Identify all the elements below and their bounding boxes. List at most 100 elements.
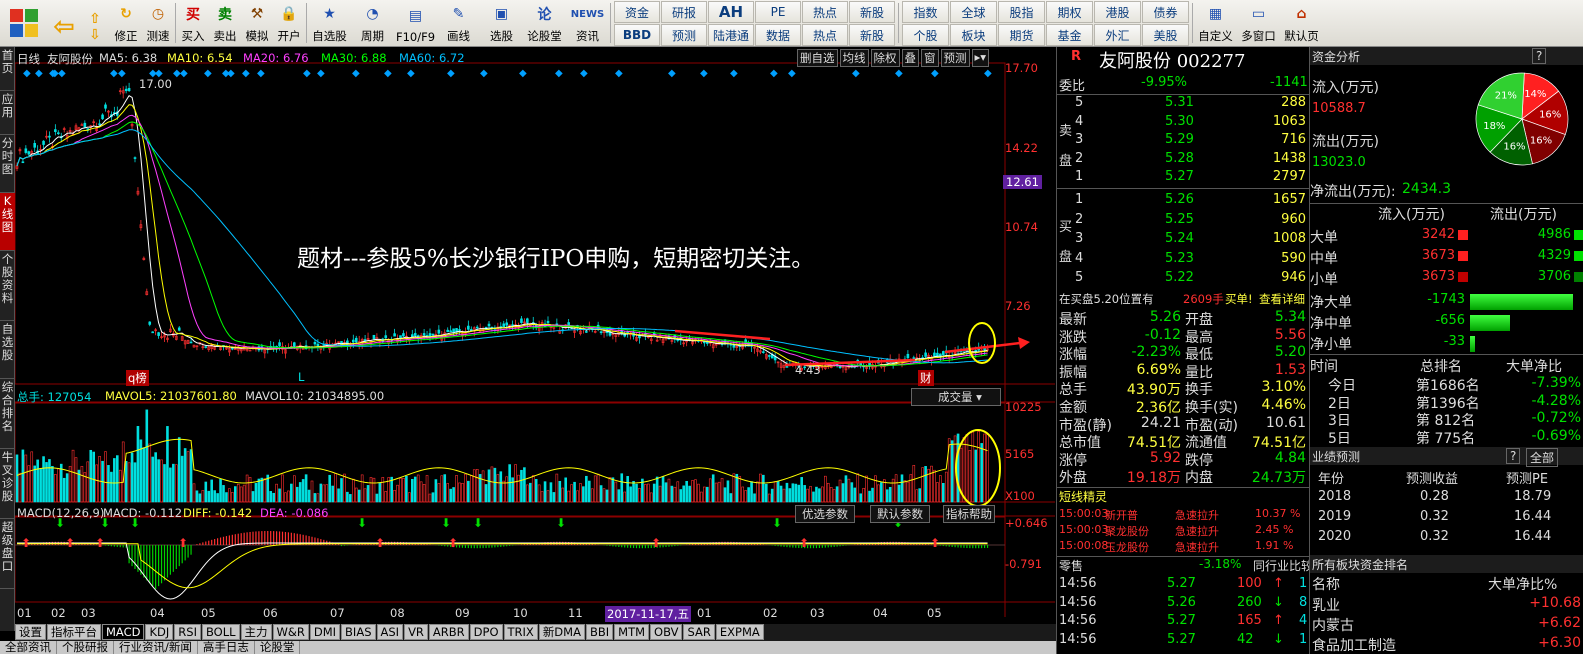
- event-diamond-icon[interactable]: ◆: [895, 68, 903, 79]
- event-diamond-icon[interactable]: ◆: [770, 68, 778, 79]
- event-diamond-icon[interactable]: ◆: [110, 68, 118, 79]
- elves-cell[interactable]: 玉龙股份: [1105, 539, 1149, 555]
- sell-price[interactable]: 5.27: [1165, 169, 1194, 184]
- event-diamond-icon[interactable]: ◆: [615, 68, 623, 79]
- indicator-tab-20[interactable]: EXPMA: [715, 624, 764, 640]
- event-diamond-icon[interactable]: ◆: [317, 68, 325, 79]
- sector-rank-name[interactable]: 乳业: [1312, 595, 1340, 615]
- market-btn-6[interactable]: 个股: [902, 24, 949, 46]
- event-diamond-icon[interactable]: ◆: [580, 68, 588, 79]
- news-tab-1[interactable]: 个股研报: [57, 641, 114, 654]
- sidebar-profile[interactable]: 个股资料: [0, 251, 15, 321]
- sell-button[interactable]: 卖卖出: [209, 0, 241, 46]
- market-btn-0[interactable]: 指数: [902, 1, 949, 23]
- news-tab-3[interactable]: 高手日志: [198, 641, 255, 654]
- grid-btn-7[interactable]: 预测: [661, 24, 707, 46]
- sidebar-kline[interactable]: K线图: [0, 193, 15, 251]
- forum-button[interactable]: 论论股堂: [523, 0, 566, 46]
- event-diamond-icon[interactable]: ◆: [852, 68, 860, 79]
- indicator-tab-16[interactable]: BBI: [585, 624, 614, 640]
- market-btn-10[interactable]: 外汇: [1094, 24, 1141, 46]
- indicator-tab-5[interactable]: BOLL: [201, 624, 240, 640]
- sell-price[interactable]: 5.28: [1165, 151, 1194, 166]
- buy-price[interactable]: 5.26: [1165, 192, 1194, 207]
- indicator-tab-6[interactable]: 主力: [240, 624, 272, 640]
- volume-select[interactable]: 成交量 ▾: [911, 388, 1001, 406]
- event-diamond-icon[interactable]: ◆: [303, 68, 311, 79]
- app-logo[interactable]: [0, 0, 48, 46]
- grid-btn-3[interactable]: PE: [755, 1, 801, 23]
- remove-watch-button[interactable]: 删自选: [797, 49, 838, 67]
- marker-l[interactable]: L: [298, 370, 304, 384]
- watchlist-button[interactable]: ★ 自选股: [308, 0, 351, 46]
- event-diamond-icon[interactable]: ◆: [227, 68, 235, 79]
- sidebar-ranking[interactable]: 综合排名: [0, 379, 15, 449]
- marker-finance[interactable]: 财: [918, 370, 934, 386]
- event-diamond-icon[interactable]: ◆: [447, 68, 455, 79]
- indicator-tab-10[interactable]: ASI: [376, 624, 404, 640]
- market-btn-2[interactable]: 股指: [998, 1, 1045, 23]
- market-btn-9[interactable]: 基金: [1046, 24, 1093, 46]
- indicator-tab-2[interactable]: MACD: [102, 624, 145, 640]
- custom-button[interactable]: ▦ 自定义: [1194, 0, 1237, 46]
- event-diamond-icon[interactable]: ◆: [352, 68, 360, 79]
- event-diamond-icon[interactable]: ◆: [700, 68, 708, 79]
- event-diamond-icon[interactable]: ◆: [519, 68, 527, 79]
- grid-btn-4[interactable]: 热点: [802, 1, 848, 23]
- indicator-tab-9[interactable]: BIAS: [341, 624, 376, 640]
- grid-btn-11[interactable]: 新股: [849, 24, 895, 46]
- indicator-tab-15[interactable]: 新DMA: [538, 624, 585, 640]
- indicator-tab-17[interactable]: MTM: [614, 624, 650, 640]
- event-diamond-icon[interactable]: ◆: [242, 68, 250, 79]
- sell-price[interactable]: 5.30: [1165, 114, 1194, 129]
- forecast-all-button[interactable]: 全部: [1526, 448, 1559, 467]
- event-diamond-icon[interactable]: ◆: [931, 68, 939, 79]
- event-diamond-icon[interactable]: ◆: [257, 68, 265, 79]
- sidebar-apps[interactable]: 应用: [0, 91, 15, 135]
- event-diamond-icon[interactable]: ◆: [384, 68, 392, 79]
- event-diamond-icon[interactable]: ◆: [480, 68, 488, 79]
- window-button[interactable]: 窗: [921, 49, 939, 67]
- back-button[interactable]: ⇦: [48, 0, 80, 46]
- news-tab-0[interactable]: 全部资讯: [0, 641, 57, 654]
- period-button[interactable]: ◔ 周期: [351, 0, 394, 46]
- grid-btn-8[interactable]: 陆港通: [708, 24, 754, 46]
- event-diamond-icon[interactable]: ◆: [730, 68, 738, 79]
- news-tab-4[interactable]: 论股堂: [255, 641, 301, 654]
- forecast-help-button[interactable]: ?: [1506, 448, 1521, 464]
- indicator-tab-13[interactable]: DPO: [469, 624, 503, 640]
- indicator-tab-18[interactable]: OBV: [650, 624, 683, 640]
- grid-btn-0[interactable]: 资金: [614, 1, 660, 23]
- indicator-tab-0[interactable]: 设置: [15, 624, 46, 640]
- indicator-tab-1[interactable]: 指标平台: [47, 624, 101, 640]
- news-button[interactable]: NEWS 资讯: [566, 0, 609, 46]
- buy-price[interactable]: 5.23: [1165, 251, 1194, 266]
- market-btn-11[interactable]: 美股: [1142, 24, 1189, 46]
- kline-chart-area[interactable]: ◆ ◆ ◆ ◆ ◆ ◆ ◆ ◆ ◆ ◆ ◆ ◆ ◆ ◆ ◆ ◆ ◆ ◆ ◆ ◆ ◆ ◆ ◆ ◆ ◆ ◆ ◆ ◆ ◆ ◆ ◆ ◆ ◆ ◆ ◆ ◆ ⬆ ⬇ ⬆ ⬆…: [15, 47, 1055, 631]
- market-btn-3[interactable]: 期权: [1046, 1, 1093, 23]
- indicator-tab-3[interactable]: KDJ: [145, 624, 174, 640]
- marker-rank[interactable]: q榜: [126, 370, 149, 386]
- pick-stock-button[interactable]: ▣ 选股: [480, 0, 523, 46]
- elves-cell[interactable]: 新开普: [1105, 507, 1138, 523]
- event-diamond-icon[interactable]: ◆: [407, 68, 415, 79]
- sector-compare-button[interactable]: 同行业比较: [1253, 557, 1313, 574]
- news-tab-2[interactable]: 行业资讯/新闻: [114, 641, 198, 654]
- indicator-help-button[interactable]: 指标帮助: [943, 505, 995, 523]
- buy-price[interactable]: 5.22: [1165, 270, 1194, 285]
- optimal-params-button[interactable]: 优选参数: [795, 505, 855, 523]
- draw-button[interactable]: ✎ 画线: [437, 0, 480, 46]
- sidebar-superbook[interactable]: 超级盘口: [0, 519, 15, 589]
- sidebar-intraday[interactable]: 分时图: [0, 135, 15, 193]
- event-diamond-icon[interactable]: ◆: [58, 68, 66, 79]
- indicator-tab-19[interactable]: SAR: [683, 624, 715, 640]
- speedtest-button[interactable]: ◷ 测速: [142, 0, 174, 46]
- indicator-tab-7[interactable]: W&R: [272, 624, 309, 640]
- buy-price[interactable]: 5.25: [1165, 212, 1194, 227]
- indicator-tab-8[interactable]: DMI: [309, 624, 341, 640]
- notice-detail-link[interactable]: 查看详细: [1259, 291, 1305, 307]
- default-page-button[interactable]: ⌂ 默认页: [1280, 0, 1323, 46]
- sidebar-diagnose[interactable]: 牛叉诊股: [0, 449, 15, 519]
- market-btn-5[interactable]: 债券: [1142, 1, 1189, 23]
- exright-button[interactable]: 除权: [870, 49, 900, 67]
